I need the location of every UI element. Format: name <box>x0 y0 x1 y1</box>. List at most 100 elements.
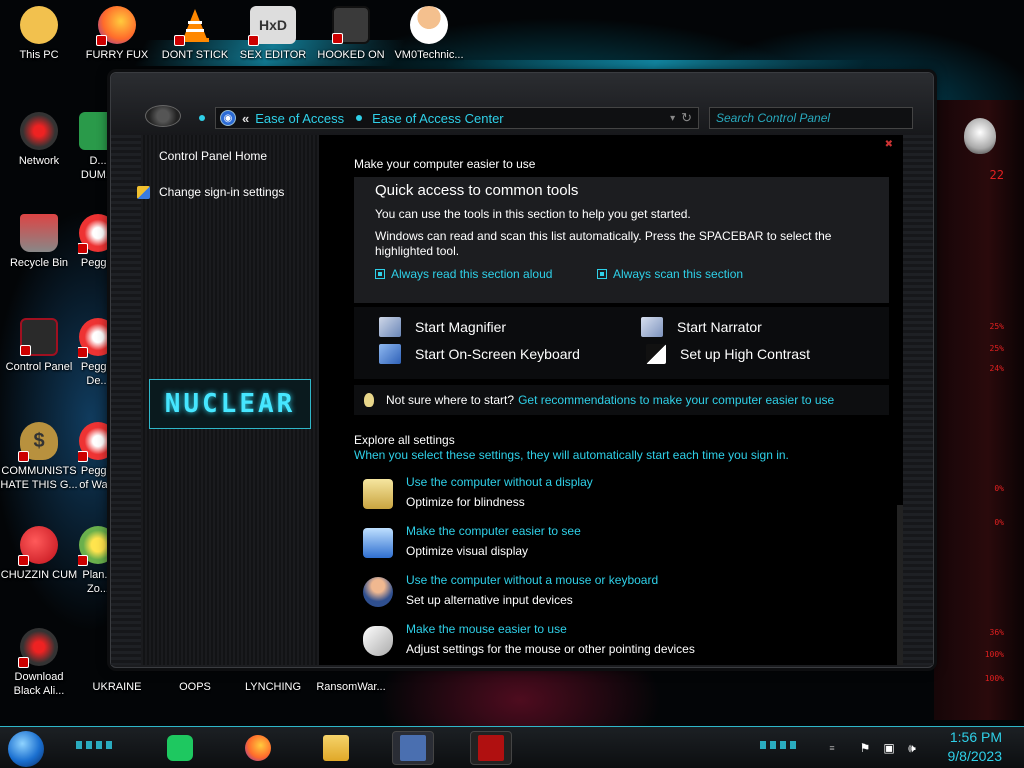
address-dropdown-icon[interactable]: ▾ <box>670 113 675 124</box>
hud-readout: 0% <box>994 518 1004 527</box>
checkbox-icon <box>597 269 607 279</box>
start-button[interactable] <box>8 731 44 767</box>
desktop-icon-label: DONT STICK <box>161 49 229 61</box>
start-magnifier-button[interactable]: Start Magnifier <box>379 317 506 337</box>
desktop-icon-sex-editor[interactable]: HxD SEX EDITOR <box>234 6 312 62</box>
checkbox-label: Always scan this section <box>613 267 744 281</box>
setting-desc: Optimize visual display <box>406 544 529 558</box>
nuclear-logo: NUCLEAR <box>149 379 311 429</box>
desktop-icon-label: OOPS <box>179 681 211 693</box>
quick-access-title: Quick access to common tools <box>375 182 579 199</box>
high-contrast-icon <box>646 344 666 364</box>
explore-settings-title: Explore all settings <box>354 433 455 447</box>
desktop-icon-label: COMMUNISTS HATE THIS G... <box>0 465 78 491</box>
desktop-icon-download-black-alien[interactable]: Download Black Ali... <box>0 628 78 698</box>
desktop-icon-network[interactable]: Network <box>0 112 78 168</box>
control-panel-icon: ◉ <box>220 110 236 126</box>
desktop-icon-vm0technic[interactable]: VM0Technic... <box>390 6 468 62</box>
keyboard-icon <box>379 344 401 364</box>
cartoon-face-icon <box>20 6 58 44</box>
lightbulb-icon <box>364 393 374 407</box>
change-signin-settings-link[interactable]: Change sign-in settings <box>137 185 285 199</box>
desktop-icon-label: VM0Technic... <box>394 49 464 61</box>
desktop-icon-furry-fux[interactable]: FURRY FUX <box>78 6 156 62</box>
clock-date[interactable]: 9/8/2023 <box>932 748 1003 764</box>
hud-readout: 25% <box>989 322 1004 331</box>
close-icon[interactable]: ✖ <box>885 139 893 150</box>
quick-access-section: Quick access to common tools You can use… <box>354 177 889 303</box>
taskbar-notes-app[interactable] <box>162 731 198 765</box>
taskbar-alienware-app[interactable] <box>470 731 512 765</box>
always-read-aloud-checkbox[interactable]: Always read this section aloud <box>375 267 552 281</box>
tray-grip-icon[interactable]: ≡ <box>822 741 842 755</box>
desktop-icon-label: SEX EDITOR <box>239 49 307 61</box>
signin-label: Change sign-in settings <box>159 185 285 199</box>
tool-label: Set up High Contrast <box>680 346 810 362</box>
desktop-icon-label: This PC <box>19 49 59 61</box>
setting-desc: Optimize for blindness <box>406 495 525 509</box>
desktop-icon-ransomware[interactable]: RansomWar... <box>312 676 390 694</box>
flag-icon[interactable]: ⚑ <box>858 741 872 755</box>
get-recommendations-link[interactable]: Get recommendations to make your compute… <box>518 393 834 407</box>
desktop-icon-hooked-on[interactable]: HOOKED ON <box>312 6 390 62</box>
always-scan-checkbox[interactable]: Always scan this section <box>597 267 743 281</box>
setting-link[interactable]: Make the mouse easier to use <box>406 622 567 636</box>
money-bag-icon: $ <box>18 422 58 462</box>
start-on-screen-keyboard-button[interactable]: Start On-Screen Keyboard <box>379 344 580 364</box>
page-heading: Make your computer easier to use <box>354 157 536 171</box>
tool-label: Start Narrator <box>677 319 762 335</box>
network-icon[interactable]: ▣ <box>882 741 896 755</box>
start-narrator-button[interactable]: Start Narrator <box>641 317 762 337</box>
quick-access-desc: Windows can read and scan this list auto… <box>375 229 832 243</box>
narrator-icon <box>641 317 663 337</box>
chuzzle-icon <box>18 526 58 566</box>
left-navigation-pane: Control Panel Home Change sign-in settin… <box>137 135 319 665</box>
breadcrumb-ease-of-access-center[interactable]: Ease of Access Center <box>372 111 504 126</box>
control-panel-home-link[interactable]: Control Panel Home <box>159 149 267 163</box>
taskbar-deco <box>76 741 116 749</box>
desktop-icon-label: Control Panel <box>5 361 73 373</box>
breadcrumb-overflow-button[interactable]: « <box>242 111 249 126</box>
setting-without-display: Use the computer without a display Optim… <box>363 475 883 517</box>
desktop-icon-chuzzin[interactable]: CHUZZIN CUM <box>0 526 78 582</box>
breadcrumb-ease-of-access[interactable]: Ease of Access <box>255 111 344 126</box>
setting-link[interactable]: Use the computer without a display <box>406 475 593 489</box>
hud-readout: 0% <box>994 484 1004 493</box>
desktop-icon-oops[interactable]: OOPS <box>156 676 234 694</box>
breadcrumb-separator-icon[interactable] <box>356 115 363 121</box>
setting-link[interactable]: Use the computer without a mouse or keyb… <box>406 573 658 587</box>
hxd-editor-icon: HxD <box>248 6 296 46</box>
main-content: ✖ Make your computer easier to use Quick… <box>319 135 903 665</box>
recycle-bin-icon <box>20 214 58 252</box>
set-up-high-contrast-button[interactable]: Set up High Contrast <box>646 344 810 364</box>
shield-icon <box>137 185 150 199</box>
address-bar[interactable]: ◉ « Ease of Access Ease of Access Center… <box>215 107 699 129</box>
desktop-icon-label: CHUZZIN CUM <box>0 569 78 581</box>
checkbox-label: Always read this section aloud <box>391 267 553 281</box>
folder-icon <box>323 735 349 761</box>
vertical-scrollbar[interactable] <box>897 505 903 665</box>
hud-readout: 24% <box>989 364 1004 373</box>
alien-head-icon <box>145 105 181 127</box>
window-titlebar[interactable]: ◉ « Ease of Access Ease of Access Center… <box>111 73 933 135</box>
desktop-icon-control-panel[interactable]: Control Panel <box>0 318 78 374</box>
clock-time[interactable]: 1:56 PM <box>942 729 1002 745</box>
desktop-icon-ukraine[interactable]: UKRAINE <box>78 676 156 694</box>
refresh-icon[interactable]: ↻ <box>681 110 692 126</box>
control-panel-icon <box>20 318 58 356</box>
desktop-icon-recycle-bin[interactable]: Recycle Bin <box>0 214 78 270</box>
setting-link[interactable]: Make the computer easier to see <box>406 524 581 538</box>
alien-network-icon <box>20 112 58 150</box>
mouse-icon <box>363 626 393 656</box>
taskbar-control-panel[interactable] <box>392 731 434 765</box>
desktop-icon-dont-stick[interactable]: DONT STICK <box>156 6 234 62</box>
desktop-icon-lynching[interactable]: LYNCHING <box>234 676 312 694</box>
desktop-icon-communists[interactable]: $ COMMUNISTS HATE THIS G... <box>0 422 78 492</box>
search-input[interactable] <box>709 107 913 129</box>
taskbar-file-explorer[interactable] <box>318 731 354 765</box>
desktop-icon-this-pc[interactable]: This PC <box>0 6 78 62</box>
firefox-icon <box>245 735 271 761</box>
volume-icon[interactable]: 🕪 <box>905 741 919 755</box>
tool-label: Start Magnifier <box>415 319 507 335</box>
taskbar-firefox[interactable] <box>240 731 276 765</box>
